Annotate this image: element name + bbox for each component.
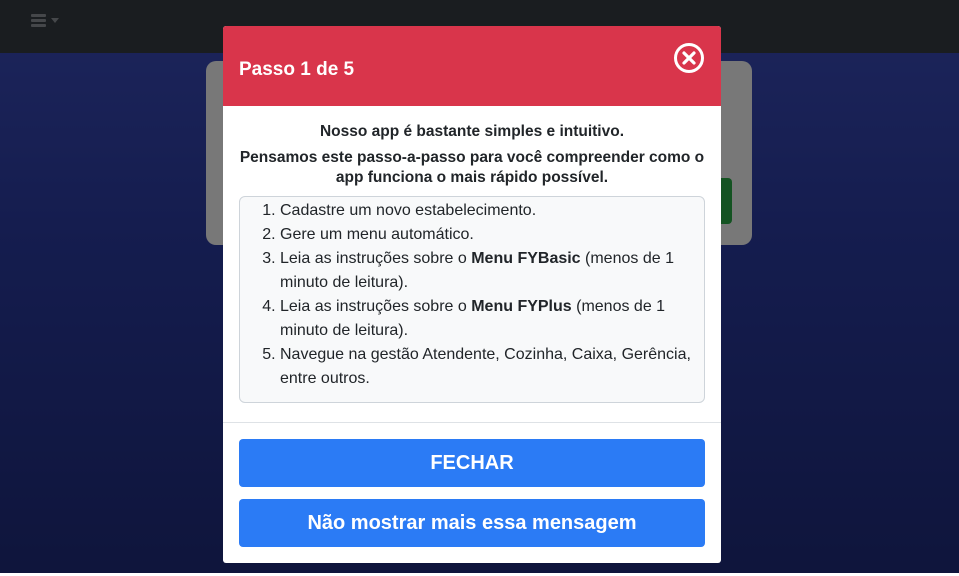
dont-show-again-button[interactable]: Não mostrar mais essa mensagem [239, 499, 705, 547]
step-item: Gere um menu automático. [280, 223, 694, 247]
close-circle-icon[interactable] [673, 42, 705, 74]
intro-text: Nosso app é bastante simples e intuitivo… [319, 123, 625, 140]
step-item: Leia as instruções sobre o Menu FYBasic … [280, 247, 694, 295]
tutorial-modal: Passo 1 de 5 Nosso app é bastante simple… [223, 26, 721, 563]
modal-title: Passo 1 de 5 [239, 59, 355, 80]
modal-header: Passo 1 de 5 [223, 26, 721, 106]
footer-divider [223, 422, 721, 423]
step-item: Navegue na gestão Atendente, Cozinha, Ca… [280, 343, 694, 391]
close-button[interactable]: FECHAR [239, 439, 705, 487]
modal-body: Nosso app é bastante simples e intuitivo… [223, 106, 721, 403]
intro-description: Pensamos este passo-a-passo para você co… [239, 149, 705, 186]
steps-box: Cadastre um novo estabelecimento. Gere u… [239, 196, 705, 403]
step-item: Cadastre um novo estabelecimento. [280, 199, 694, 223]
step-item: Leia as instruções sobre o Menu FYPlus (… [280, 295, 694, 343]
steps-list: Cadastre um novo estabelecimento. Gere u… [240, 199, 694, 391]
